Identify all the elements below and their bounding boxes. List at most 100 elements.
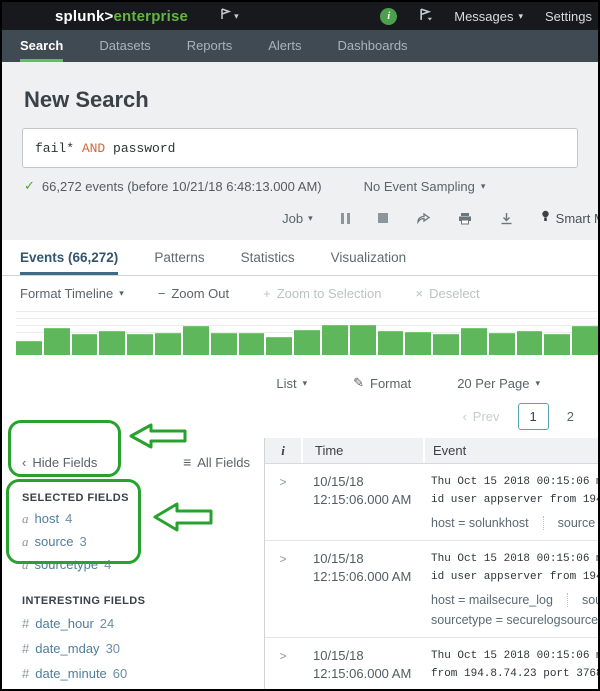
timeline-bar[interactable] xyxy=(182,326,209,355)
event-field-host[interactable]: host = mailsecure_log xyxy=(431,593,553,607)
timeline-bar[interactable] xyxy=(71,333,98,355)
deselect-label: Deselect xyxy=(429,286,480,301)
nav-tab-search[interactable]: Search xyxy=(20,30,64,62)
field-count: 3 xyxy=(79,534,87,549)
list-label: List xyxy=(276,375,297,391)
expand-row-button[interactable]: > xyxy=(265,647,301,689)
event-sampling-dropdown[interactable]: No Event Sampling ▾ xyxy=(364,179,486,194)
field-count: 30 xyxy=(105,641,121,656)
settings-menu[interactable]: Settings xyxy=(545,9,592,24)
timeline-controls: Format Timeline ▾ − Zoom Out + Zoom to Sele… xyxy=(2,276,598,309)
selected-fields-header: SELECTED FIELDS xyxy=(22,492,129,504)
field-count: 4 xyxy=(104,557,112,572)
app-nav-bar: Search Datasets Reports Alerts Dashboard… xyxy=(2,30,598,62)
expand-row-button[interactable]: > xyxy=(265,550,301,627)
search-input[interactable]: fail* AND password xyxy=(22,128,578,168)
event-field-source[interactable]: source = xyxy=(542,516,598,530)
share-button[interactable] xyxy=(416,212,430,224)
timeline-bar[interactable] xyxy=(349,325,376,355)
timeline-bar[interactable] xyxy=(544,333,571,355)
tab-visualization[interactable]: Visualization xyxy=(331,240,407,275)
prev-label: Prev xyxy=(472,409,500,424)
timeline-bar[interactable] xyxy=(516,330,543,355)
event-raw-text: id user appserver from 194 xyxy=(431,571,598,583)
print-button[interactable] xyxy=(458,212,472,225)
field-count: 24 xyxy=(99,616,115,631)
chevron-left-icon: ‹ xyxy=(22,454,27,470)
event-field-host[interactable]: host = solunkhost xyxy=(431,516,529,530)
nav-tab-dashboards[interactable]: Dashboards xyxy=(337,30,407,62)
search-section: New Search fail* AND password ✓ 66,272 e… xyxy=(2,62,598,202)
timeline-bar[interactable] xyxy=(321,325,348,355)
prev-page-button[interactable]: ‹ Prev xyxy=(462,409,499,424)
tab-statistics[interactable]: Statistics xyxy=(241,240,295,275)
page-2-button[interactable]: 2 xyxy=(567,409,574,424)
field-host[interactable]: a host 4 xyxy=(22,511,264,527)
pause-button[interactable] xyxy=(340,212,350,224)
event-row: > 10/15/18 12:15:06.000 AM Thu Oct 15 201… xyxy=(265,541,598,638)
per-page-dropdown[interactable]: 20 Per Page ▾ xyxy=(457,375,540,391)
time-column-header[interactable]: Time xyxy=(301,438,423,463)
timeline-bar[interactable] xyxy=(16,341,42,355)
timeline-bar[interactable] xyxy=(43,328,70,355)
activity-menu[interactable]: ▾ xyxy=(220,7,239,25)
chevron-down-icon: ▾ xyxy=(308,212,313,223)
tab-events[interactable]: Events (66,272) xyxy=(20,240,119,275)
messages-menu[interactable]: Messages ▾ xyxy=(454,9,523,24)
timeline-bar[interactable] xyxy=(155,332,181,355)
all-fields-button[interactable]: ≡ All Fields xyxy=(183,454,250,470)
timeline-bar[interactable] xyxy=(461,328,487,355)
timeline-bar[interactable] xyxy=(210,333,237,355)
timeline-bar[interactable] xyxy=(377,331,404,355)
stop-button[interactable] xyxy=(377,213,388,223)
timeline-bar[interactable] xyxy=(572,326,598,355)
timeline-bar[interactable] xyxy=(405,331,432,355)
activity-flag-icon-2[interactable] xyxy=(419,8,433,24)
timeline-bar[interactable] xyxy=(127,333,154,355)
nav-tab-alerts[interactable]: Alerts xyxy=(268,30,301,62)
timeline-bar[interactable] xyxy=(266,337,293,355)
search-mode-dropdown[interactable]: Smart Mo xyxy=(541,210,598,226)
field-date-hour[interactable]: # date_hour 24 xyxy=(22,616,264,632)
timeline-bar[interactable] xyxy=(238,332,265,355)
zoom-to-selection-button[interactable]: + Zoom to Selection xyxy=(263,286,381,301)
zoom-out-button[interactable]: − Zoom Out xyxy=(158,286,229,301)
chevron-down-icon: ▾ xyxy=(535,377,540,388)
field-source[interactable]: a source 3 xyxy=(22,534,264,550)
list-format-controls: List ▾ ✎ Format 20 Per Page ▾ xyxy=(2,361,598,395)
list-dropdown[interactable]: List ▾ xyxy=(276,375,307,391)
nav-tab-reports[interactable]: Reports xyxy=(187,30,233,62)
format-button[interactable]: ✎ Format xyxy=(353,375,411,391)
timeline-bar[interactable] xyxy=(433,333,459,355)
event-column-header[interactable]: Event xyxy=(423,438,598,463)
field-date-minute[interactable]: # date_minute 60 xyxy=(22,666,264,682)
event-raw-text: id user appserver from 194 xyxy=(431,494,598,506)
field-date-mday[interactable]: # date_mday 30 xyxy=(22,641,264,657)
format-timeline-dropdown[interactable]: Format Timeline ▾ xyxy=(20,286,124,301)
tab-patterns[interactable]: Patterns xyxy=(154,240,204,275)
event-count-status[interactable]: 66,272 events (before 10/21/18 6:48:13.0… xyxy=(42,179,322,194)
splunk-logo[interactable]: splunk>enterprise xyxy=(55,8,188,25)
smart-mode-label: Smart Mo xyxy=(555,210,598,226)
hide-fields-button[interactable]: ‹ Hide Fields xyxy=(22,454,97,470)
export-button[interactable] xyxy=(500,212,513,225)
nav-tab-datasets[interactable]: Datasets xyxy=(99,30,150,62)
minus-icon: − xyxy=(157,286,166,301)
list-icon: ≡ xyxy=(183,454,192,470)
field-type-icon: # xyxy=(22,666,30,681)
expand-row-button[interactable]: > xyxy=(265,473,301,530)
timeline-bar[interactable] xyxy=(99,331,126,355)
timeline-bar[interactable] xyxy=(294,329,320,355)
activity-flag-icon xyxy=(220,7,232,25)
field-type-icon: a xyxy=(22,511,29,526)
deselect-button[interactable]: × Deselect xyxy=(416,286,480,301)
page-1-button[interactable]: 1 xyxy=(517,403,549,430)
events-table: i Time Event > 10/15/18 12:15:06.000 AM T… xyxy=(264,438,598,689)
event-field-source[interactable]: sou xyxy=(566,593,598,607)
timeline-bar[interactable] xyxy=(488,332,515,355)
job-dropdown[interactable]: Job ▾ xyxy=(282,211,313,226)
info-icon[interactable]: i xyxy=(380,7,398,25)
field-sourcetype[interactable]: a sourcetype 4 xyxy=(22,557,264,573)
cross-icon: × xyxy=(415,286,424,301)
event-field-sourcetype[interactable]: sourcetype = securelogsource xyxy=(431,613,598,627)
